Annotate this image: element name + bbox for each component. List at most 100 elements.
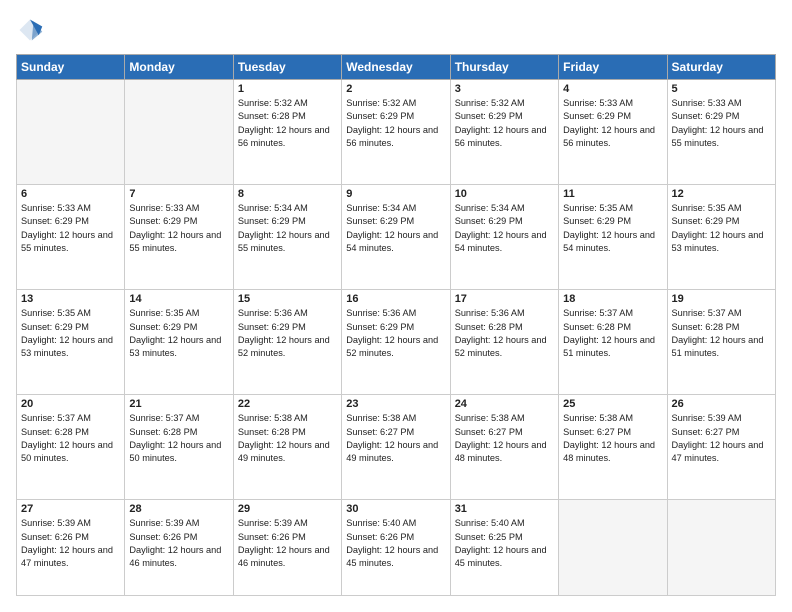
day-info: Sunrise: 5:35 AMSunset: 6:29 PMDaylight:…: [129, 307, 228, 360]
day-cell: [125, 80, 233, 185]
day-number: 7: [129, 188, 228, 200]
logo-icon: [16, 16, 44, 44]
day-cell: 14 Sunrise: 5:35 AMSunset: 6:29 PMDayligh…: [125, 290, 233, 395]
day-number: 8: [238, 188, 337, 200]
day-cell: 6 Sunrise: 5:33 AMSunset: 6:29 PMDaylight…: [17, 185, 125, 290]
day-cell: 9Sunrise: 5:34 AMSunset: 6:29 PMDaylight…: [342, 185, 450, 290]
day-info: Sunrise: 5:38 AMSunset: 6:28 PMDaylight:…: [238, 412, 337, 465]
header: [16, 16, 776, 44]
day-number: 9: [346, 188, 445, 200]
day-number: 1: [238, 83, 337, 95]
day-info: Sunrise: 5:33 AMSunset: 6:29 PMDaylight:…: [563, 97, 662, 150]
day-info: Sunrise: 5:32 AMSunset: 6:29 PMDaylight:…: [455, 97, 554, 150]
day-cell: 11 Sunrise: 5:35 AMSunset: 6:29 PMDayligh…: [559, 185, 667, 290]
day-cell: 30 Sunrise: 5:40 AMSunset: 6:26 PMDayligh…: [342, 500, 450, 596]
day-cell: 24 Sunrise: 5:38 AMSunset: 6:27 PMDayligh…: [450, 395, 558, 500]
day-cell: 18 Sunrise: 5:37 AMSunset: 6:28 PMDayligh…: [559, 290, 667, 395]
day-cell: 7Sunrise: 5:33 AMSunset: 6:29 PMDaylight…: [125, 185, 233, 290]
day-number: 20: [21, 398, 120, 410]
day-info: Sunrise: 5:36 AMSunset: 6:29 PMDaylight:…: [346, 307, 445, 360]
day-number: 31: [455, 503, 554, 515]
day-info: Sunrise: 5:34 AMSunset: 6:29 PMDaylight:…: [455, 202, 554, 255]
day-cell: 13 Sunrise: 5:35 AMSunset: 6:29 PMDayligh…: [17, 290, 125, 395]
week-row-2: 6 Sunrise: 5:33 AMSunset: 6:29 PMDaylight…: [17, 185, 776, 290]
day-cell: 19 Sunrise: 5:37 AMSunset: 6:28 PMDayligh…: [667, 290, 775, 395]
weekday-header-wednesday: Wednesday: [342, 55, 450, 80]
weekday-header-friday: Friday: [559, 55, 667, 80]
day-number: 18: [563, 293, 662, 305]
day-cell: 2 Sunrise: 5:32 AMSunset: 6:29 PMDaylight…: [342, 80, 450, 185]
day-number: 11: [563, 188, 662, 200]
day-number: 25: [563, 398, 662, 410]
day-cell: 5 Sunrise: 5:33 AMSunset: 6:29 PMDaylight…: [667, 80, 775, 185]
day-info: Sunrise: 5:40 AMSunset: 6:25 PMDaylight:…: [455, 517, 554, 570]
day-info: Sunrise: 5:35 AMSunset: 6:29 PMDaylight:…: [672, 202, 771, 255]
day-info: Sunrise: 5:37 AMSunset: 6:28 PMDaylight:…: [563, 307, 662, 360]
day-info: Sunrise: 5:33 AMSunset: 6:29 PMDaylight:…: [21, 202, 120, 255]
day-info: Sunrise: 5:39 AMSunset: 6:26 PMDaylight:…: [129, 517, 228, 570]
day-number: 24: [455, 398, 554, 410]
day-info: Sunrise: 5:38 AMSunset: 6:27 PMDaylight:…: [455, 412, 554, 465]
day-cell: 27 Sunrise: 5:39 AMSunset: 6:26 PMDayligh…: [17, 500, 125, 596]
day-number: 13: [21, 293, 120, 305]
day-number: 10: [455, 188, 554, 200]
day-number: 23: [346, 398, 445, 410]
calendar-table: SundayMondayTuesdayWednesdayThursdayFrid…: [16, 54, 776, 596]
day-info: Sunrise: 5:32 AMSunset: 6:29 PMDaylight:…: [346, 97, 445, 150]
day-number: 12: [672, 188, 771, 200]
logo: [16, 16, 48, 44]
day-cell: 10 Sunrise: 5:34 AMSunset: 6:29 PMDayligh…: [450, 185, 558, 290]
day-cell: 23 Sunrise: 5:38 AMSunset: 6:27 PMDayligh…: [342, 395, 450, 500]
day-info: Sunrise: 5:39 AMSunset: 6:26 PMDaylight:…: [21, 517, 120, 570]
day-cell: [559, 500, 667, 596]
day-cell: 1 Sunrise: 5:32 AMSunset: 6:28 PMDaylight…: [233, 80, 341, 185]
week-row-4: 20 Sunrise: 5:37 AMSunset: 6:28 PMDayligh…: [17, 395, 776, 500]
day-number: 5: [672, 83, 771, 95]
day-number: 14: [129, 293, 228, 305]
day-info: Sunrise: 5:35 AMSunset: 6:29 PMDaylight:…: [563, 202, 662, 255]
day-cell: 31 Sunrise: 5:40 AMSunset: 6:25 PMDayligh…: [450, 500, 558, 596]
week-row-1: 1 Sunrise: 5:32 AMSunset: 6:28 PMDaylight…: [17, 80, 776, 185]
day-cell: 29 Sunrise: 5:39 AMSunset: 6:26 PMDayligh…: [233, 500, 341, 596]
day-number: 4: [563, 83, 662, 95]
day-info: Sunrise: 5:39 AMSunset: 6:27 PMDaylight:…: [672, 412, 771, 465]
day-number: 17: [455, 293, 554, 305]
week-row-3: 13 Sunrise: 5:35 AMSunset: 6:29 PMDayligh…: [17, 290, 776, 395]
day-number: 26: [672, 398, 771, 410]
day-cell: 25 Sunrise: 5:38 AMSunset: 6:27 PMDayligh…: [559, 395, 667, 500]
day-cell: 4 Sunrise: 5:33 AMSunset: 6:29 PMDaylight…: [559, 80, 667, 185]
day-number: 30: [346, 503, 445, 515]
day-info: Sunrise: 5:33 AMSunset: 6:29 PMDaylight:…: [672, 97, 771, 150]
weekday-header-row: SundayMondayTuesdayWednesdayThursdayFrid…: [17, 55, 776, 80]
day-number: 29: [238, 503, 337, 515]
weekday-header-thursday: Thursday: [450, 55, 558, 80]
day-number: 28: [129, 503, 228, 515]
day-info: Sunrise: 5:39 AMSunset: 6:26 PMDaylight:…: [238, 517, 337, 570]
day-info: Sunrise: 5:35 AMSunset: 6:29 PMDaylight:…: [21, 307, 120, 360]
day-number: 3: [455, 83, 554, 95]
day-cell: 20 Sunrise: 5:37 AMSunset: 6:28 PMDayligh…: [17, 395, 125, 500]
day-number: 16: [346, 293, 445, 305]
weekday-header-monday: Monday: [125, 55, 233, 80]
day-info: Sunrise: 5:38 AMSunset: 6:27 PMDaylight:…: [563, 412, 662, 465]
day-number: 19: [672, 293, 771, 305]
weekday-header-sunday: Sunday: [17, 55, 125, 80]
day-info: Sunrise: 5:32 AMSunset: 6:28 PMDaylight:…: [238, 97, 337, 150]
day-info: Sunrise: 5:40 AMSunset: 6:26 PMDaylight:…: [346, 517, 445, 570]
day-info: Sunrise: 5:37 AMSunset: 6:28 PMDaylight:…: [672, 307, 771, 360]
day-number: 15: [238, 293, 337, 305]
day-info: Sunrise: 5:37 AMSunset: 6:28 PMDaylight:…: [129, 412, 228, 465]
day-cell: 28 Sunrise: 5:39 AMSunset: 6:26 PMDayligh…: [125, 500, 233, 596]
day-cell: 12 Sunrise: 5:35 AMSunset: 6:29 PMDayligh…: [667, 185, 775, 290]
day-info: Sunrise: 5:34 AMSunset: 6:29 PMDaylight:…: [238, 202, 337, 255]
day-number: 6: [21, 188, 120, 200]
day-number: 27: [21, 503, 120, 515]
day-cell: 26 Sunrise: 5:39 AMSunset: 6:27 PMDayligh…: [667, 395, 775, 500]
day-info: Sunrise: 5:38 AMSunset: 6:27 PMDaylight:…: [346, 412, 445, 465]
day-cell: 21Sunrise: 5:37 AMSunset: 6:28 PMDayligh…: [125, 395, 233, 500]
page: SundayMondayTuesdayWednesdayThursdayFrid…: [0, 0, 792, 612]
day-number: 2: [346, 83, 445, 95]
day-info: Sunrise: 5:37 AMSunset: 6:28 PMDaylight:…: [21, 412, 120, 465]
weekday-header-saturday: Saturday: [667, 55, 775, 80]
day-cell: [667, 500, 775, 596]
